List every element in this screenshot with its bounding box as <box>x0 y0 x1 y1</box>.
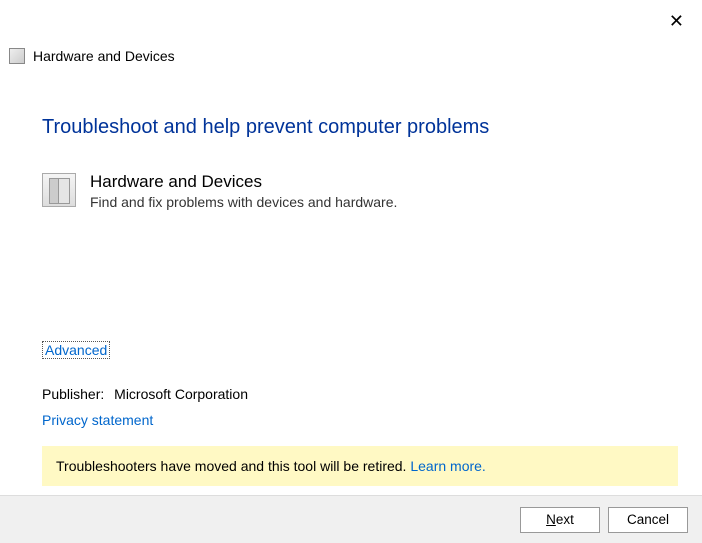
troubleshooter-icon <box>9 48 25 64</box>
info-banner: Troubleshooters have moved and this tool… <box>42 446 678 486</box>
cancel-button[interactable]: Cancel <box>608 507 688 533</box>
window-title: Hardware and Devices <box>33 48 175 64</box>
advanced-link[interactable]: Advanced <box>42 341 110 359</box>
next-button[interactable]: Next <box>520 507 600 533</box>
publisher-label: Publisher: <box>42 386 104 402</box>
dialog-footer: Next Cancel <box>0 495 702 543</box>
troubleshooter-item: Hardware and Devices Find and fix proble… <box>42 171 660 213</box>
troubleshooter-subtitle: Find and fix problems with devices and h… <box>90 193 397 213</box>
banner-text: Troubleshooters have moved and this tool… <box>56 458 410 474</box>
publisher-value: Microsoft Corporation <box>114 386 248 402</box>
publisher-row: Publisher: Microsoft Corporation <box>42 386 660 402</box>
page-heading: Troubleshoot and help prevent computer p… <box>42 116 660 139</box>
content-area: Troubleshoot and help prevent computer p… <box>0 64 702 486</box>
hardware-icon <box>42 173 76 207</box>
learn-more-link[interactable]: Learn more. <box>410 458 485 474</box>
close-icon[interactable]: ✕ <box>669 12 684 30</box>
troubleshooter-title: Hardware and Devices <box>90 171 397 193</box>
privacy-link[interactable]: Privacy statement <box>42 412 153 428</box>
window-header: Hardware and Devices <box>0 0 702 64</box>
